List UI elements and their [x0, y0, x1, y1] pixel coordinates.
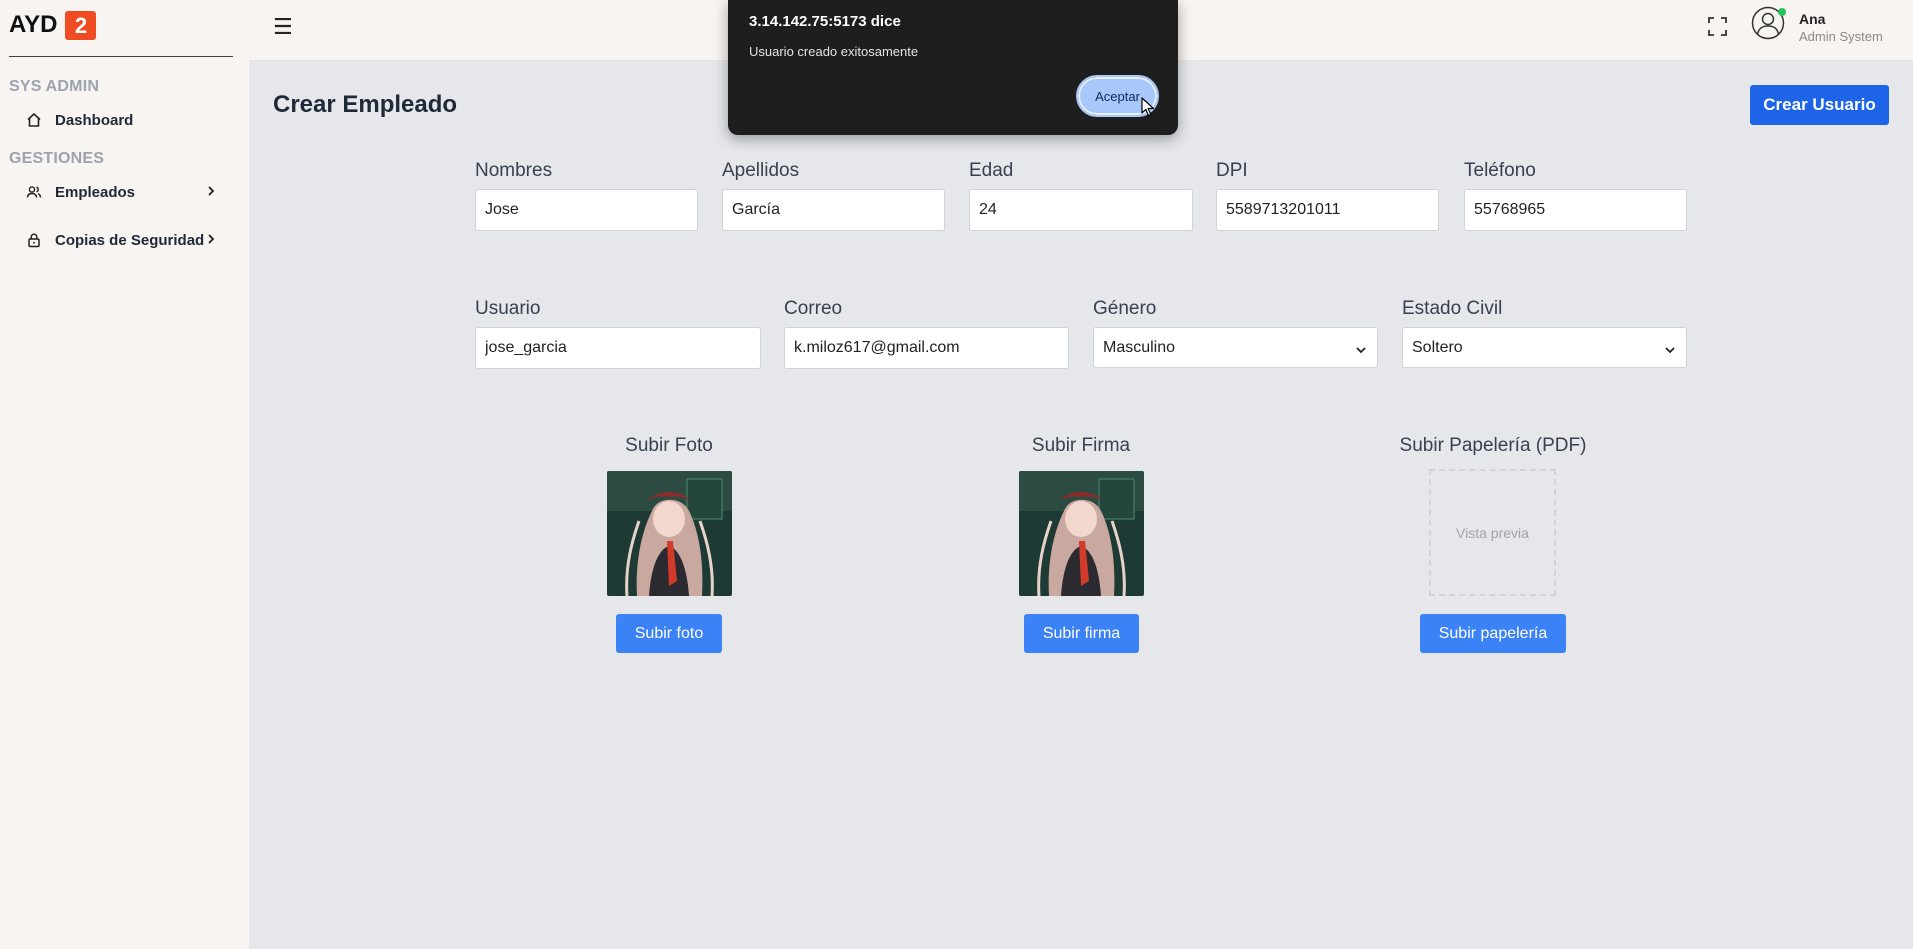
usuario-label: Usuario	[475, 298, 541, 319]
crear-usuario-button[interactable]: Crear Usuario	[1750, 85, 1889, 125]
subir-foto-button[interactable]: Subir foto	[616, 614, 722, 653]
foto-preview-image	[607, 471, 732, 596]
subir-papeleria-title: Subir Papelería (PDF)	[1399, 435, 1587, 456]
dialog-message: Usuario creado exitosamente	[749, 44, 919, 59]
subir-foto-title: Subir Foto	[625, 435, 713, 456]
telefono-label: Teléfono	[1464, 160, 1536, 181]
correo-label: Correo	[784, 298, 843, 319]
fullscreen-icon[interactable]	[1708, 17, 1727, 41]
page-title: Crear Empleado	[273, 91, 458, 118]
sidebar-item-empleados[interactable]: Empleados	[26, 180, 216, 204]
chevron-right-icon	[206, 184, 216, 201]
subir-papeleria-button[interactable]: Subir papelería	[1420, 614, 1566, 653]
correo-field[interactable]	[784, 327, 1069, 369]
genero-selected-value: Masculino	[1103, 338, 1176, 356]
users-icon	[26, 184, 42, 200]
lock-icon	[26, 232, 42, 248]
nombres-label: Nombres	[475, 160, 553, 181]
apellidos-field[interactable]	[722, 189, 945, 231]
telefono-field[interactable]	[1464, 189, 1687, 231]
dialog-title: 3.14.142.75:5173 dice	[749, 13, 901, 30]
sidebar: AYD 2 SYS ADMIN Dashboard GESTIONES Empl…	[0, 0, 249, 949]
online-status-indicator	[1778, 8, 1786, 16]
menu-icon[interactable]: ☰	[273, 16, 293, 38]
brand-name: AYD	[9, 11, 58, 38]
subir-firma-title: Subir Firma	[1031, 435, 1131, 456]
usuario-field[interactable]	[475, 327, 761, 369]
firma-preview-image	[1019, 471, 1144, 596]
estado-civil-label: Estado Civil	[1402, 298, 1503, 319]
sidebar-item-dashboard[interactable]: Dashboard	[26, 108, 216, 132]
section-title-sys-admin: SYS ADMIN	[9, 78, 100, 95]
brand-divider	[9, 56, 233, 57]
alert-dialog: 3.14.142.75:5173 dice Usuario creado exi…	[728, 0, 1178, 135]
genero-select[interactable]: Masculino	[1093, 327, 1378, 368]
estado-civil-select[interactable]: Soltero	[1402, 327, 1687, 368]
home-icon	[26, 112, 42, 128]
estado-civil-selected-value: Soltero	[1412, 338, 1463, 356]
sidebar-item-label: Dashboard	[55, 111, 134, 129]
mouse-pointer-icon	[1141, 97, 1155, 122]
edad-field[interactable]	[969, 189, 1193, 231]
nombres-field[interactable]	[475, 189, 698, 231]
chevron-down-icon	[1664, 342, 1676, 360]
chevron-right-icon	[206, 232, 216, 249]
brand-logo[interactable]: AYD 2	[9, 10, 97, 40]
apellidos-label: Apellidos	[722, 160, 800, 181]
user-role: Admin System	[1799, 29, 1883, 44]
avatar[interactable]	[1751, 6, 1786, 40]
brand-badge: 2	[65, 10, 97, 40]
edad-label: Edad	[969, 160, 1014, 181]
papeleria-preview-placeholder: Vista previa	[1429, 469, 1556, 596]
subir-firma-button[interactable]: Subir firma	[1024, 614, 1139, 653]
chevron-down-icon	[1355, 342, 1367, 360]
genero-label: Género	[1093, 298, 1157, 319]
sidebar-item-copias-de-seguridad[interactable]: Copias de Seguridad	[26, 228, 216, 252]
sidebar-item-label: Empleados	[55, 183, 136, 201]
dpi-field[interactable]	[1216, 189, 1439, 231]
sidebar-item-label: Copias de Seguridad	[55, 231, 205, 249]
section-title-gestiones: GESTIONES	[9, 150, 105, 167]
user-name: Ana	[1799, 11, 1826, 27]
dpi-label: DPI	[1216, 160, 1248, 181]
